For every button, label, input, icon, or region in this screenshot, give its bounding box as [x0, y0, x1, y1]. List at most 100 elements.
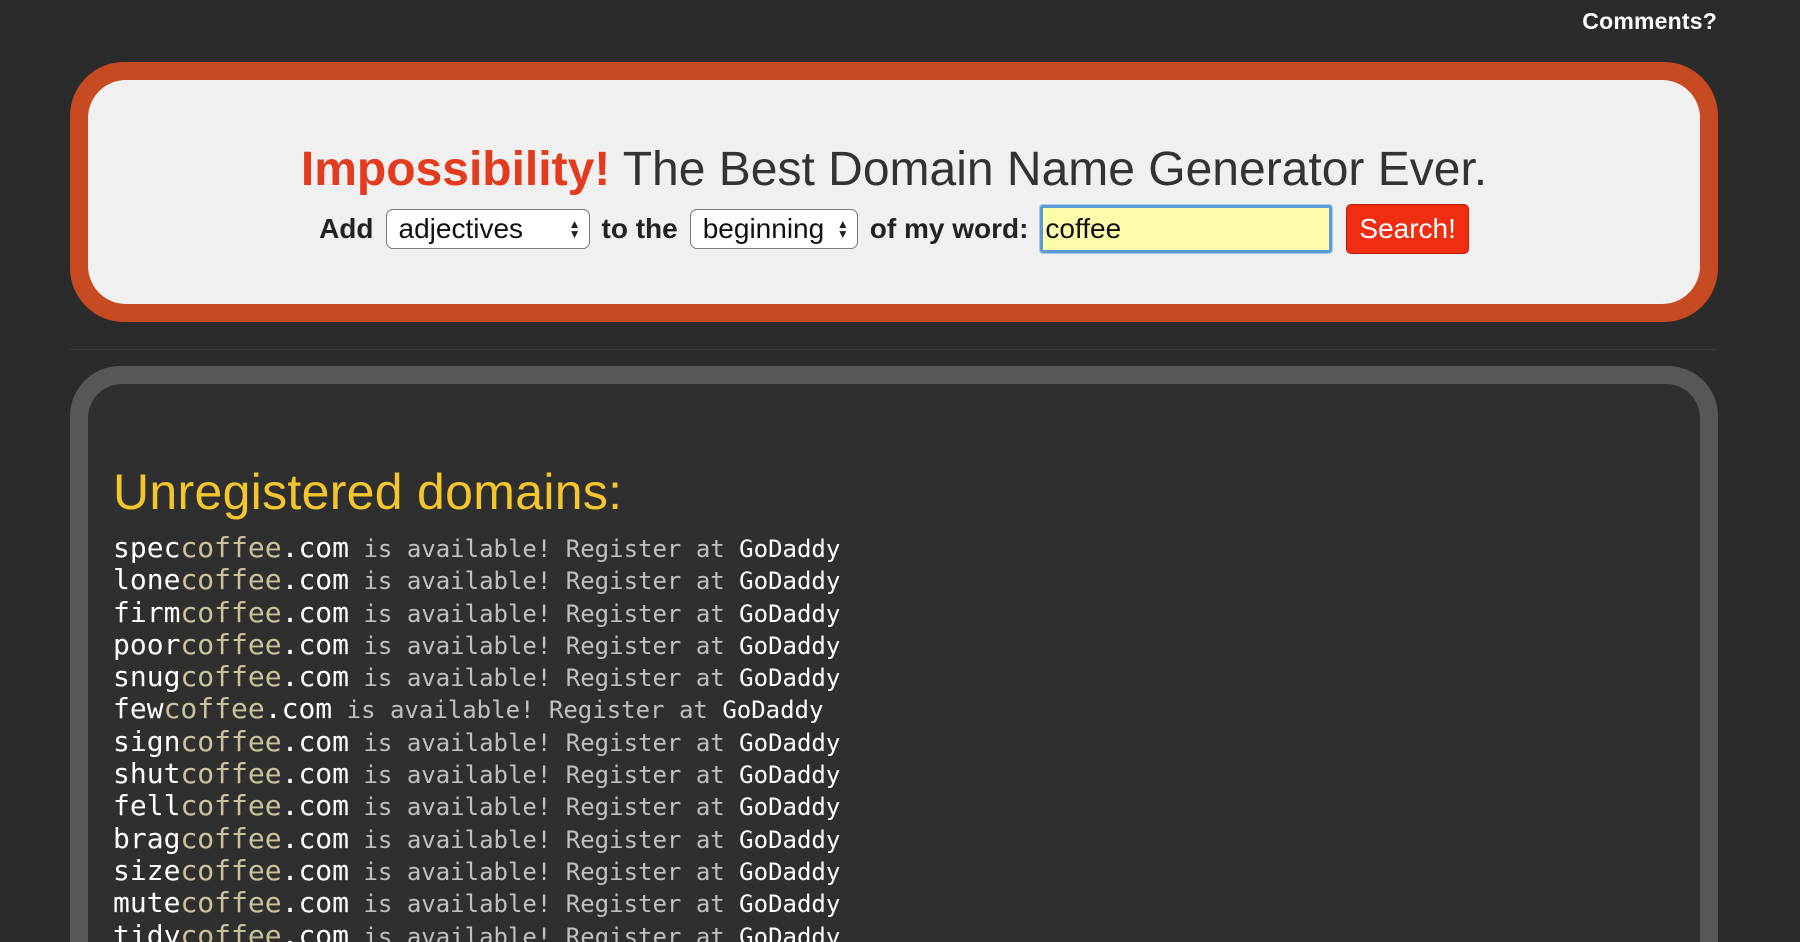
domain-word: coffee: [180, 724, 282, 758]
godaddy-register-link[interactable]: GoDaddy: [739, 793, 840, 821]
domain-tld: .com: [281, 627, 350, 661]
domain-tld: .com: [281, 886, 350, 920]
domain-result-row: poorcoffee.com is available! Register at…: [113, 627, 1700, 661]
divider: [70, 349, 1718, 350]
domain-prefix: tidy: [113, 918, 181, 942]
domain-prefix: lone: [113, 563, 181, 597]
domain-word: coffee: [180, 595, 282, 629]
domain-result-row: shutcoffee.com is available! Register at…: [113, 758, 1700, 790]
godaddy-register-link[interactable]: GoDaddy: [739, 923, 840, 942]
domain-tld: .com: [281, 660, 350, 694]
domain-tld: .com: [281, 789, 350, 823]
domain-result-row: snugcoffee.com is available! Register at…: [113, 661, 1700, 693]
domain-prefix: brag: [113, 821, 181, 855]
domain-list: speccoffee.com is available! Register at…: [113, 532, 1700, 942]
domain-result-row: signcoffee.com is available! Register at…: [113, 724, 1700, 758]
availability-text: is available! Register at: [349, 535, 740, 563]
godaddy-register-link[interactable]: GoDaddy: [739, 535, 840, 563]
availability-text: is available! Register at: [349, 793, 740, 822]
domain-word: coffee: [180, 918, 282, 942]
domain-prefix: shut: [113, 757, 181, 791]
godaddy-register-link[interactable]: GoDaddy: [739, 632, 840, 660]
domain-word: coffee: [180, 757, 282, 791]
domain-result-row: fellcoffee.com is available! Register at…: [113, 790, 1700, 822]
domain-prefix: size: [113, 853, 181, 887]
position-select[interactable]: beginning ▲ ▼: [689, 209, 858, 249]
domain-word: coffee: [180, 789, 282, 823]
domain-tld: .com: [281, 595, 350, 629]
domain-prefix: fell: [113, 789, 181, 823]
godaddy-register-link[interactable]: GoDaddy: [739, 567, 840, 595]
domain-tld: .com: [281, 531, 350, 564]
select-arrows-icon: ▲ ▼: [568, 217, 581, 241]
domain-tld: .com: [281, 757, 350, 791]
brand-name: Impossibility!: [300, 143, 611, 196]
godaddy-register-link[interactable]: GoDaddy: [739, 729, 840, 757]
domain-word: coffee: [180, 886, 282, 920]
domain-tld: .com: [281, 724, 350, 758]
domain-result-row: fewcoffee.com is available! Register at …: [113, 693, 1700, 725]
results-panel-inner: Unregistered domains: speccoffee.com is …: [88, 384, 1700, 942]
availability-text: is available! Register at: [332, 696, 723, 725]
domain-word: coffee: [180, 660, 282, 694]
domain-result-row: tidycoffee.com is available! Register at…: [113, 918, 1700, 942]
domain-word: coffee: [180, 531, 282, 564]
availability-text: is available! Register at: [349, 728, 740, 757]
domain-result-row: firmcoffee.com is available! Register at…: [113, 595, 1700, 629]
results-panel: Unregistered domains: speccoffee.com is …: [70, 366, 1718, 942]
godaddy-register-link[interactable]: GoDaddy: [739, 858, 840, 886]
domain-result-row: sizecoffee.com is available! Register at…: [113, 853, 1700, 887]
domain-prefix: mute: [113, 886, 181, 920]
domain-word: coffee: [180, 821, 282, 855]
domain-word: coffee: [180, 563, 282, 597]
domain-tld: .com: [281, 918, 350, 942]
of-my-word-label: of my word:: [869, 213, 1029, 244]
word-type-select[interactable]: adjectives ▲ ▼: [385, 209, 590, 249]
domain-prefix: poor: [113, 627, 181, 661]
word-input[interactable]: [1040, 205, 1333, 253]
availability-text: is available! Register at: [349, 761, 740, 790]
domain-tld: .com: [281, 821, 350, 855]
search-panel: Impossibility! The Best Domain Name Gene…: [70, 62, 1718, 322]
search-panel-inner: Impossibility! The Best Domain Name Gene…: [88, 80, 1700, 304]
domain-result-row: mutecoffee.com is available! Register at…: [113, 887, 1700, 919]
select-arrows-icon: ▲ ▼: [836, 217, 849, 241]
availability-text: is available! Register at: [349, 664, 740, 693]
availability-text: is available! Register at: [349, 890, 740, 919]
position-value: beginning: [702, 213, 825, 244]
domain-word: coffee: [180, 627, 282, 661]
godaddy-register-link[interactable]: GoDaddy: [739, 761, 840, 789]
domain-prefix: spec: [113, 531, 181, 564]
godaddy-register-link[interactable]: GoDaddy: [739, 890, 840, 918]
domain-prefix: sign: [113, 724, 181, 758]
godaddy-register-link[interactable]: GoDaddy: [722, 696, 823, 724]
to-the-label: to the: [601, 213, 678, 244]
domain-result-row: speccoffee.com is available! Register at…: [113, 532, 1700, 564]
domain-word: coffee: [180, 853, 282, 887]
godaddy-register-link[interactable]: GoDaddy: [739, 600, 840, 628]
domain-prefix: firm: [113, 595, 181, 629]
search-button[interactable]: Search!: [1346, 204, 1469, 254]
availability-text: is available! Register at: [349, 825, 740, 854]
tagline: The Best Domain Name Generator Ever.: [622, 143, 1488, 196]
godaddy-register-link[interactable]: GoDaddy: [739, 664, 840, 692]
availability-text: is available! Register at: [349, 599, 740, 628]
domain-result-row: bragcoffee.com is available! Register at…: [113, 821, 1700, 855]
add-label: Add: [319, 213, 374, 244]
domain-tld: .com: [264, 692, 333, 726]
domain-result-row: lonecoffee.com is available! Register at…: [113, 564, 1700, 596]
domain-tld: .com: [281, 563, 350, 597]
page-title: Impossibility! The Best Domain Name Gene…: [88, 142, 1700, 197]
availability-text: is available! Register at: [349, 631, 740, 660]
domain-prefix: snug: [113, 660, 181, 694]
search-form: Add adjectives ▲ ▼ to the beginning ▲ ▼ of…: [88, 204, 1700, 254]
domain-word: coffee: [163, 692, 265, 726]
availability-text: is available! Register at: [349, 567, 740, 596]
domain-prefix: few: [113, 692, 164, 726]
results-heading: Unregistered domains:: [113, 464, 623, 520]
comments-link[interactable]: Comments?: [1582, 8, 1717, 35]
godaddy-register-link[interactable]: GoDaddy: [739, 826, 840, 854]
domain-tld: .com: [281, 853, 350, 887]
word-type-value: adjectives: [398, 213, 524, 244]
availability-text: is available! Register at: [349, 857, 740, 886]
